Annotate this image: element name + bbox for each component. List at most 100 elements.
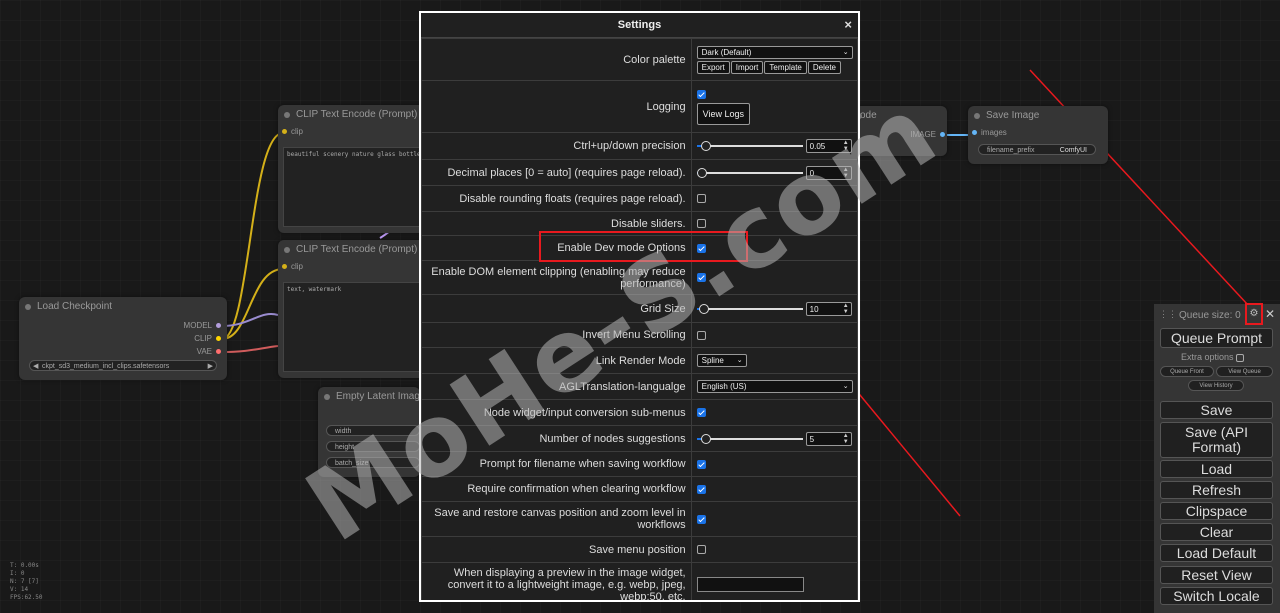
setting-row-submenus: Node widget/input conversion sub-menus [421,399,858,426]
node-title: CLIP Text Encode (Prompt) [278,105,428,125]
prompt-textarea[interactable]: beautiful scenery nature glass bottle la [283,147,423,227]
color-palette-select[interactable]: Dark (Default) ⌄ [696,45,853,59]
reset-view-button[interactable]: Reset View [1160,566,1273,584]
export-button[interactable]: Export [696,60,730,74]
sliders-checkbox[interactable] [696,219,706,229]
logging-checkbox[interactable] [696,89,706,99]
vae-output-slot[interactable]: VAE [184,345,221,358]
invert-checkbox[interactable] [696,330,706,340]
batch-size-widget[interactable]: batch_size [326,457,420,468]
setting-row-rounding: Disable rounding floats (requires page r… [421,185,858,212]
image-output-slot[interactable]: IMAGE [910,128,945,141]
decimal-input[interactable]: 0 ▲ ▼ [805,165,852,180]
queue-front-button[interactable]: Queue Front [1160,366,1214,377]
comfy-menu: ⋮⋮ Queue size: 0 ⚙ ✕ Queue Prompt Extra … [1154,303,1280,613]
settings-table: Color palette Dark (Default) ⌄ Export Impo… [421,38,858,600]
agl-language-select[interactable]: English (US) ⌄ [696,380,853,393]
clip-input-slot[interactable]: clip [278,260,428,273]
save-button[interactable]: Save [1160,401,1273,419]
clip-link-1 [221,132,284,340]
width-widget[interactable]: width [326,425,420,436]
save-image-node[interactable]: Save Image images filename_prefix ComfyU… [968,106,1108,164]
vae-decode-node[interactable]: ode IMAGE [850,106,947,156]
prompt-filename-checkbox[interactable] [696,459,706,469]
confirm-clear-checkbox[interactable] [696,484,706,494]
load-default-button[interactable]: Load Default [1160,544,1273,562]
setting-label: Grid Size [421,294,692,323]
empty-latent-node[interactable]: Empty Latent Image width height batch_si… [318,387,420,477]
extra-options-checkbox[interactable] [1236,353,1245,362]
clip-output-slot[interactable]: CLIP [184,332,221,345]
refresh-button[interactable]: Refresh [1160,481,1273,499]
grid-input[interactable]: 10 ▲ ▼ [805,301,852,316]
clear-button[interactable]: Clear [1160,523,1273,541]
setting-label: AGLTranslation-langualge [421,373,692,400]
grid-slider[interactable] [696,303,803,314]
chevron-right-icon[interactable]: ▶ [208,361,213,372]
suggestions-slider[interactable] [696,433,803,444]
menu-header: ⋮⋮ Queue size: 0 ⚙ ✕ [1154,303,1280,326]
close-icon[interactable]: × [844,13,852,37]
load-button[interactable]: Load [1160,460,1273,478]
decimal-slider[interactable] [696,167,803,178]
save-api-button[interactable]: Save (API Format) [1160,422,1273,458]
clip-text-encode-node-1[interactable]: CLIP Text Encode (Prompt) clip beautiful… [278,105,428,233]
rounding-checkbox[interactable] [696,194,706,204]
ckpt-name-widget[interactable]: ◀ ckpt_sd3_medium_incl_clips.safetensors… [29,360,217,371]
setting-row-suggestions: Number of nodes suggestions 5 ▲ ▼ [421,425,858,452]
view-logs-button[interactable]: View Logs [696,103,750,125]
gear-icon[interactable]: ⚙ [1245,303,1263,325]
setting-label: Color palette [421,38,692,81]
images-input-slot[interactable]: images [968,126,1108,139]
setting-row-logging: Logging View Logs [421,80,858,133]
setting-row-grid: Grid Size 10 ▲ ▼ [421,294,858,323]
link-render-select[interactable]: Spline ⌄ [696,354,747,367]
setting-row-decimal: Decimal places [0 = auto] (requires page… [421,159,858,186]
setting-label: Enable DOM element clipping (enabling ma… [421,260,692,295]
delete-button[interactable]: Delete [807,60,841,74]
setting-label: Disable rounding floats (requires page r… [421,185,692,212]
view-history-button[interactable]: View History [1188,380,1244,391]
widget-value: ComfyUI [1059,147,1087,154]
setting-label: Save and restore canvas position and zoo… [421,501,692,537]
devmode-highlight-box [539,231,748,262]
setting-label: Prompt for filename when saving workflow [421,451,692,477]
prompt-textarea[interactable]: text, watermark [283,282,423,372]
clipspace-button[interactable]: Clipspace [1160,502,1273,520]
setting-row-confirm-clear: Require confirmation when clearing workf… [421,476,858,502]
import-button[interactable]: Import [730,60,764,74]
queue-prompt-button[interactable]: Queue Prompt [1160,328,1273,348]
view-queue-button[interactable]: View Queue [1216,366,1273,377]
precision-input[interactable]: 0.05 ▲ ▼ [805,139,852,153]
load-checkpoint-node[interactable]: Load Checkpoint MODEL CLIP VAE ◀ ckpt_sd… [19,297,227,380]
clip-input-slot[interactable]: clip [278,125,428,138]
extra-options[interactable]: Extra options [1181,352,1245,362]
clip-text-encode-node-2[interactable]: CLIP Text Encode (Prompt) clip text, wat… [278,240,428,378]
preview-format-input[interactable] [696,577,804,592]
menu-position-checkbox[interactable] [696,545,706,555]
suggestions-input[interactable]: 5 ▲ ▼ [805,431,852,446]
template-button[interactable]: Template [764,60,807,74]
switch-locale-button[interactable]: Switch Locale [1160,587,1273,605]
spinner-icon: ▲ ▼ [842,432,849,445]
model-output-slot[interactable]: MODEL [184,319,221,332]
chevron-down-icon: ⌄ [842,48,849,56]
domclip-checkbox[interactable] [696,273,706,283]
precision-slider[interactable] [696,141,803,151]
setting-row-menu-position: Save menu position [421,536,858,563]
setting-row-invert: Invert Menu Scrolling [421,322,858,348]
save-canvas-checkbox[interactable] [696,514,706,524]
dialog-title: Settings [617,19,662,31]
setting-row-domclip: Enable DOM element clipping (enabling ma… [421,260,858,295]
submenus-checkbox[interactable] [696,408,706,418]
canvas-stats: T: 0.00s I: 0 N: 7 [7] V: 14 FPS:62.50 [10,562,43,601]
node-title: CLIP Text Encode (Prompt) [278,240,428,260]
slot-label: clip [291,262,304,271]
chevron-left-icon[interactable]: ◀ [33,361,38,372]
close-icon[interactable]: ✕ [1265,307,1275,321]
node-title: Empty Latent Image [318,387,420,407]
setting-label: Invert Menu Scrolling [421,322,692,348]
drag-handle-icon[interactable]: ⋮⋮ [1159,309,1177,320]
height-widget[interactable]: height [326,441,420,452]
filename-prefix-widget[interactable]: filename_prefix ComfyUI [978,144,1096,155]
